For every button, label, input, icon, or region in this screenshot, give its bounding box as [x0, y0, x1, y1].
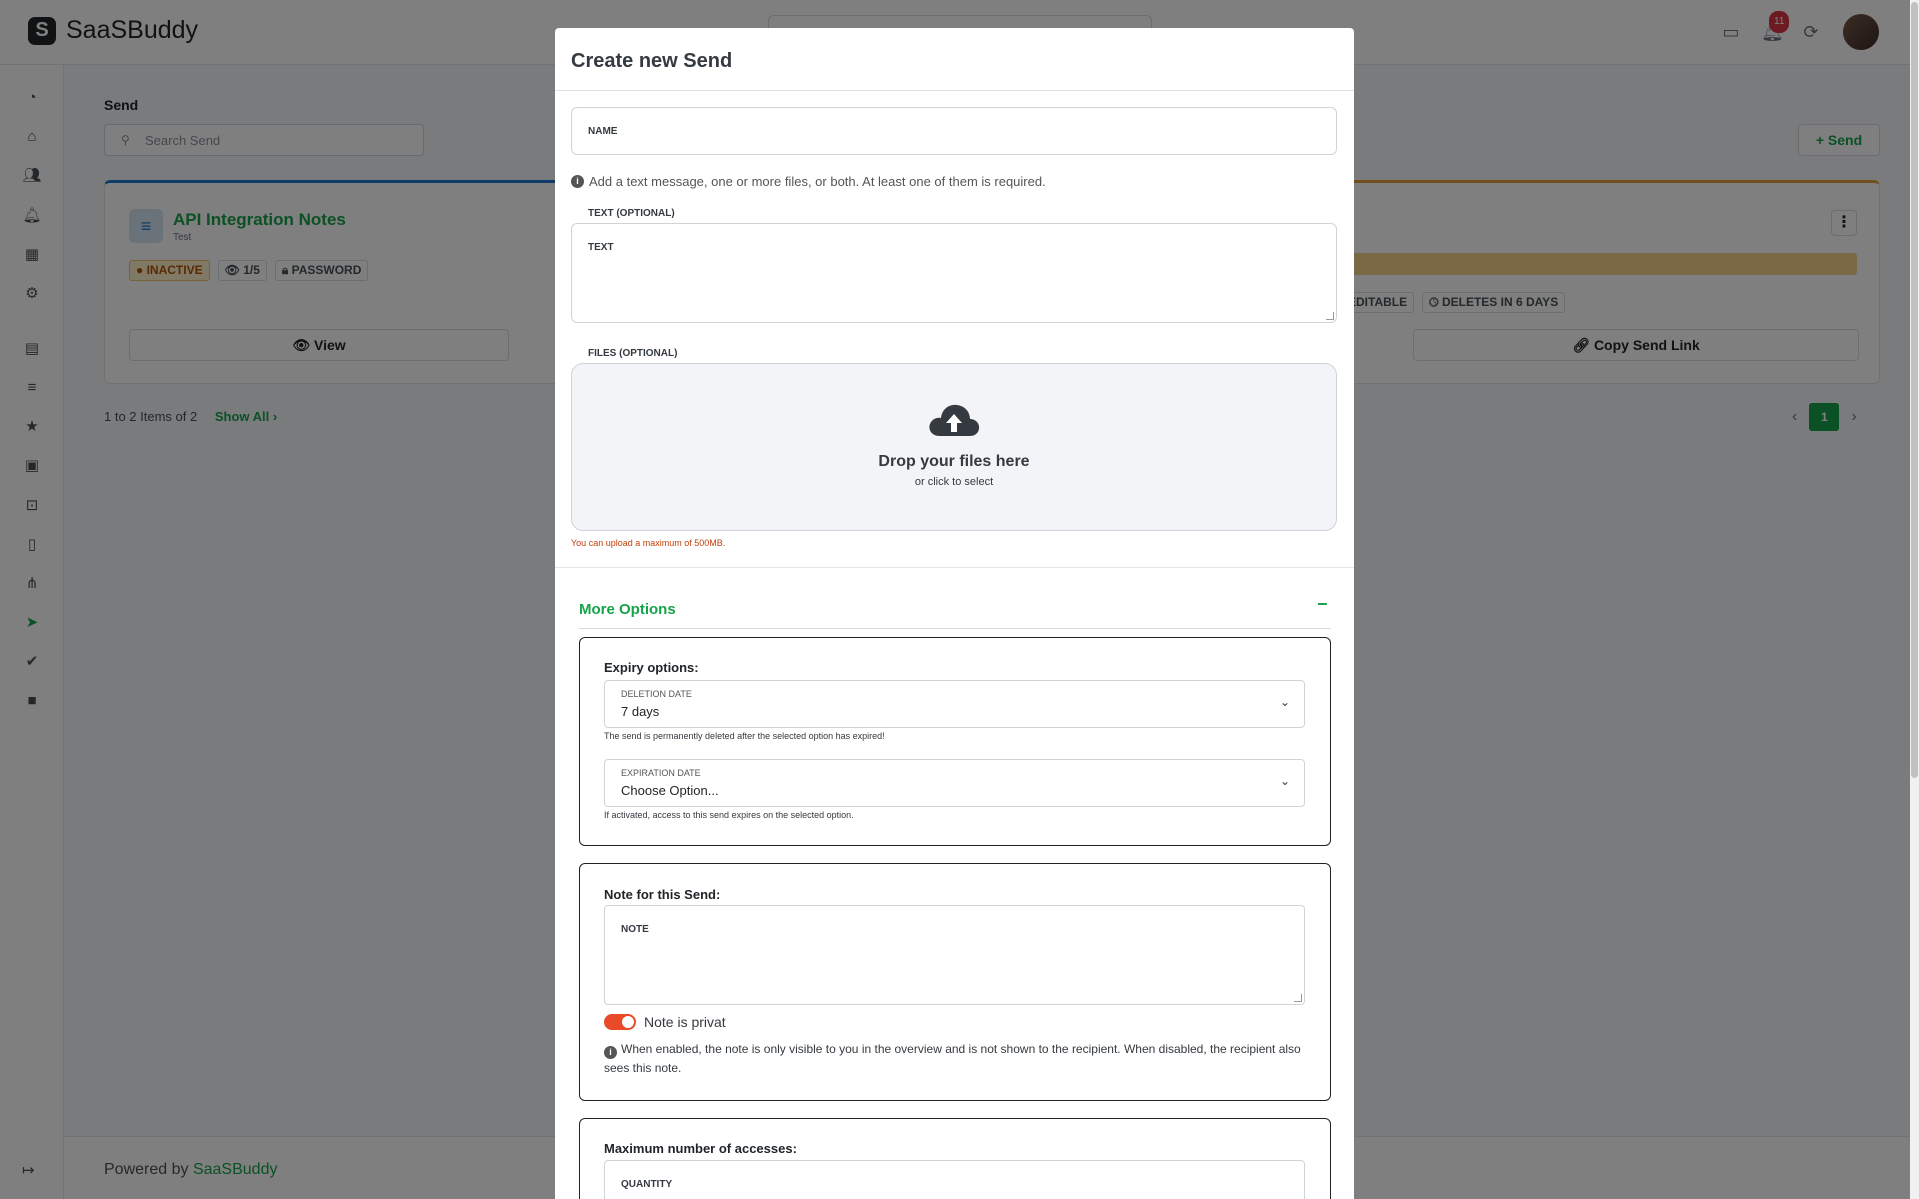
text-section-label: TEXT (OPTIONAL)	[588, 208, 675, 219]
chevron-down-icon: ⌄	[1279, 695, 1290, 709]
quantity-field[interactable]: QUANTITY	[604, 1160, 1305, 1199]
note-private-label: Note is privat	[644, 1014, 726, 1030]
expiration-hint: If activated, access to this send expire…	[604, 810, 854, 820]
deletion-hint: The send is permanently deleted after th…	[604, 731, 885, 741]
resize-handle[interactable]	[1326, 312, 1334, 320]
dropzone-title: Drop your files here	[878, 453, 1030, 470]
collapse-icon[interactable]: −	[1317, 594, 1328, 615]
expiry-options-group: Expiry options: DELETION DATE 7 days ⌄ T…	[579, 637, 1331, 846]
info-icon: i	[604, 1046, 617, 1059]
chevron-down-icon: ⌄	[1279, 774, 1290, 788]
expiry-title: Expiry options:	[604, 660, 699, 675]
resize-handle[interactable]	[1294, 994, 1302, 1002]
deletion-date-select[interactable]: DELETION DATE 7 days ⌄	[604, 680, 1305, 728]
create-send-modal: Create new Send NAME i Add a text messag…	[555, 28, 1354, 1199]
info-icon: i	[571, 175, 584, 188]
note-textarea[interactable]: NOTE	[604, 905, 1305, 1005]
modal-title: Create new Send	[555, 28, 1354, 91]
file-dropzone[interactable]: Drop your files here or click to select	[571, 363, 1337, 531]
more-options-title[interactable]: More Options	[579, 601, 676, 618]
text-textarea[interactable]: TEXT	[571, 223, 1337, 323]
cloud-upload-icon	[929, 404, 980, 436]
max-access-title: Maximum number of accesses:	[604, 1141, 797, 1156]
note-title: Note for this Send:	[604, 887, 721, 902]
note-group: Note for this Send: NOTE Note is privat …	[579, 863, 1331, 1101]
expiration-date-select[interactable]: EXPIRATION DATE Choose Option... ⌄	[604, 759, 1305, 807]
content-info: i Add a text message, one or more files,…	[571, 174, 1046, 189]
max-access-group: Maximum number of accesses: QUANTITY	[579, 1118, 1331, 1199]
divider	[579, 628, 1331, 629]
name-field[interactable]: NAME	[571, 107, 1337, 155]
upload-limit-note: You can upload a maximum of 500MB.	[571, 538, 726, 548]
divider	[555, 567, 1354, 568]
scrollbar-thumb[interactable]	[1911, 2, 1918, 778]
note-private-toggle[interactable]	[604, 1014, 636, 1030]
note-info: i When enabled, the note is only visible …	[604, 1042, 1301, 1075]
files-section-label: FILES (OPTIONAL)	[588, 348, 678, 359]
dropzone-subtitle: or click to select	[914, 476, 994, 488]
